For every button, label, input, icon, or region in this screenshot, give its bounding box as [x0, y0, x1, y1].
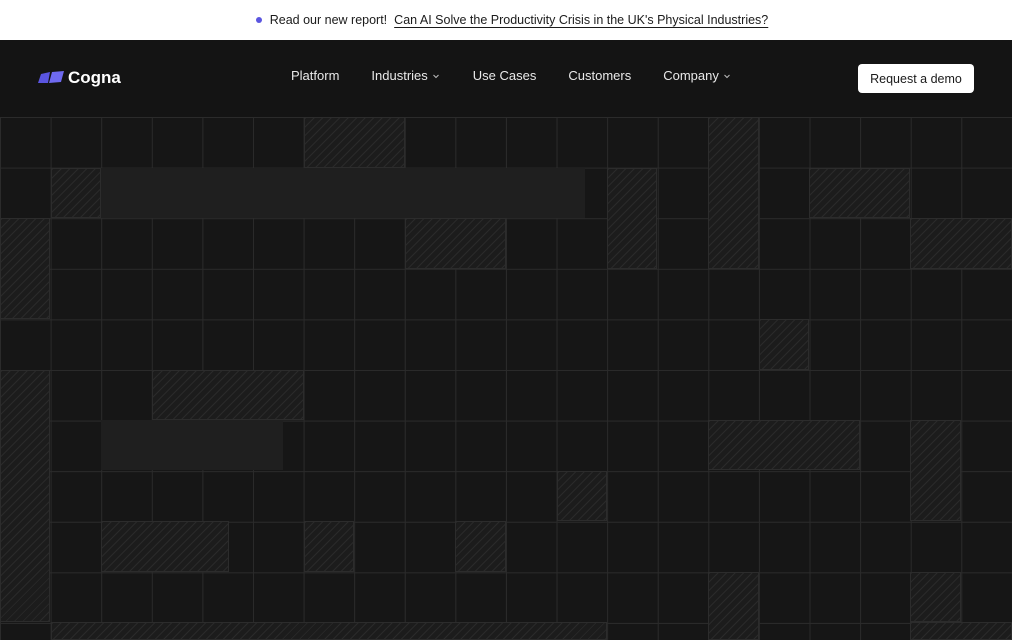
- brand-logo[interactable]: Cogna: [38, 67, 121, 89]
- hatched-tile: [304, 117, 405, 168]
- nav-item-label: Industries: [371, 68, 428, 83]
- hatched-tile: [708, 117, 759, 269]
- hatched-tile: [304, 521, 354, 572]
- hatched-tile: [910, 218, 1012, 269]
- announcement-dot-icon: [255, 17, 262, 23]
- hatched-tile: [910, 420, 961, 521]
- nav-item-label: Company: [663, 68, 719, 83]
- nav-item-label: Platform: [291, 68, 340, 83]
- nav-item-customers[interactable]: Customers: [568, 68, 631, 83]
- main-menu: Platform Industries Use Cases Customers …: [291, 68, 731, 83]
- hatched-tile: [708, 572, 759, 640]
- announcement-report-link[interactable]: Can AI Solve the Productivity Crisis in …: [394, 13, 768, 27]
- hatched-tile: [0, 218, 50, 319]
- hatched-tile: [152, 370, 304, 420]
- announcement-bar: Read our new report! Can AI Solve the Pr…: [0, 0, 1024, 40]
- nav-item-label: Use Cases: [472, 68, 537, 83]
- request-demo-button[interactable]: Request a demo: [858, 64, 974, 93]
- hatched-tile: [101, 521, 229, 572]
- hatched-tile: [455, 521, 506, 572]
- nav-item-use-cases[interactable]: Use Cases: [473, 68, 537, 83]
- brand-name: Cogna: [68, 68, 121, 87]
- hatched-tile: [759, 319, 809, 370]
- hatched-tile: [51, 622, 607, 640]
- announcement-lead: Read our new report!: [269, 13, 388, 27]
- hatched-tile: [0, 370, 50, 622]
- hero-grid-background: [0, 117, 1012, 640]
- placeholder-block: [101, 420, 283, 470]
- hatched-tile: [708, 420, 860, 470]
- hatched-tile: [910, 622, 1012, 640]
- hatched-tile: [405, 218, 506, 269]
- nav-item-platform[interactable]: Platform: [291, 68, 339, 83]
- nav-item-company[interactable]: Company: [663, 68, 731, 83]
- hatched-tile: [51, 168, 101, 218]
- hatched-tile: [557, 471, 607, 521]
- chevron-down-icon: [432, 74, 439, 78]
- cogna-logo-icon: [38, 71, 64, 83]
- chevron-down-icon: [724, 74, 730, 78]
- hatched-tile: [809, 168, 910, 218]
- hatched-tile: [910, 572, 961, 622]
- nav-item-industries[interactable]: Industries: [371, 68, 439, 83]
- hatched-tile: [607, 168, 657, 269]
- top-navigation: Cogna Platform Industries Use Cases Cust…: [0, 40, 1012, 118]
- nav-item-label: Customers: [568, 68, 632, 83]
- page-scrollbar[interactable]: [1012, 40, 1024, 640]
- placeholder-block: [101, 168, 585, 218]
